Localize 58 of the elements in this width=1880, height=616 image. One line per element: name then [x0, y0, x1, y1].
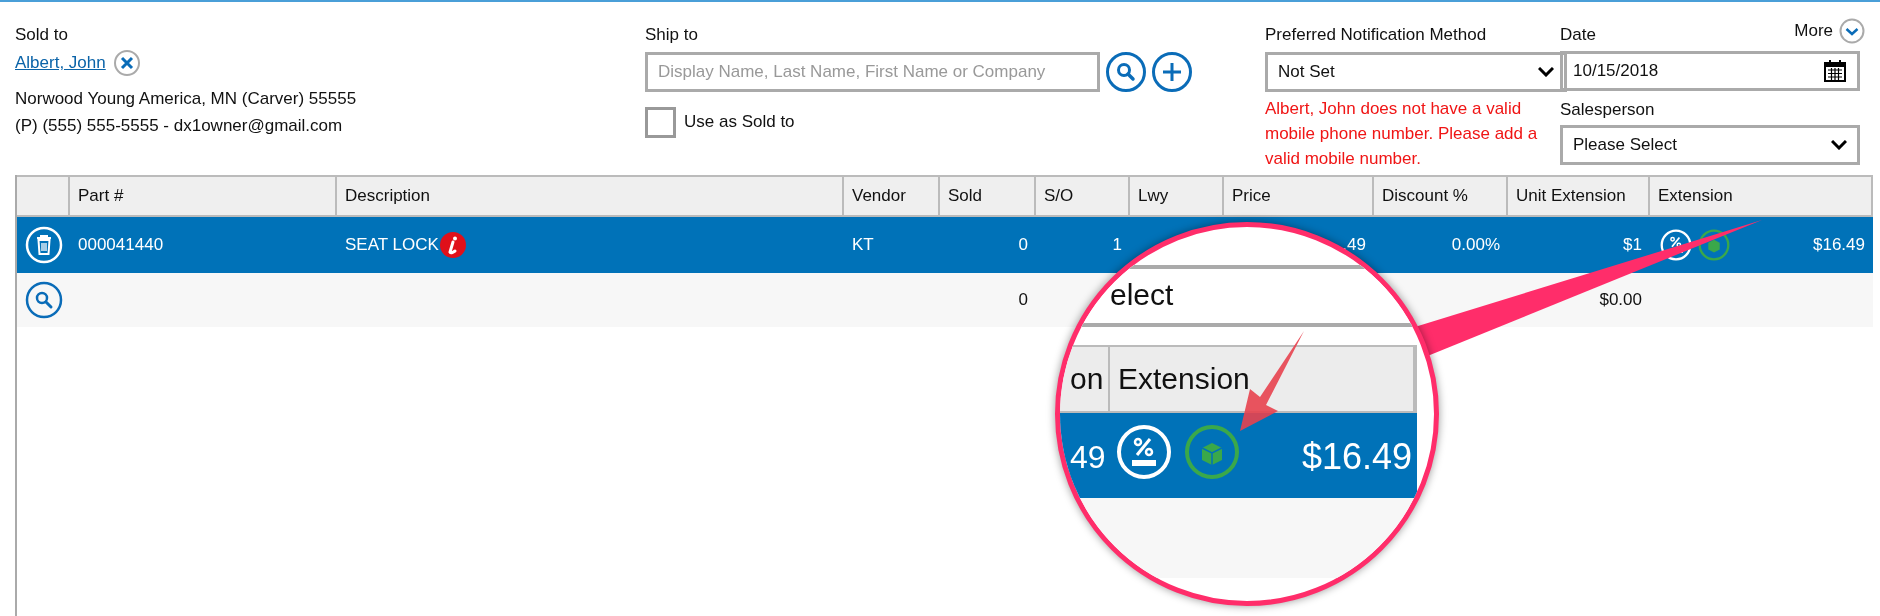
- search-icon: [1116, 61, 1136, 82]
- chevron-down-icon[interactable]: [1839, 18, 1865, 44]
- table-cell-text: 0.00%: [1451, 234, 1500, 257]
- extension-amount: $16.49: [1301, 435, 1412, 479]
- notification-label: Preferred Notification Method: [1265, 24, 1488, 46]
- column-header[interactable]: Discount %: [1374, 177, 1508, 215]
- column-header[interactable]: Description: [337, 177, 844, 215]
- column-header[interactable]: Unit Extension: [1508, 177, 1650, 215]
- date-label: Date: [1560, 25, 1596, 44]
- column-header[interactable]: Extension: [1650, 177, 1873, 215]
- box-icon: [1184, 424, 1240, 480]
- ship-to-field[interactable]: Display Name, Last Name, First Name or Company: [645, 51, 1100, 92]
- calendar-icon: [1823, 59, 1847, 83]
- table-cell-text: SEAT LOCK: [345, 234, 439, 257]
- clear-button[interactable]: [113, 49, 140, 76]
- salesperson-label: Salesperson: [1560, 99, 1656, 121]
- column-header[interactable]: Vendor: [844, 177, 940, 215]
- table-cell-text: 0: [1018, 234, 1028, 257]
- search-button[interactable]: [1106, 51, 1146, 92]
- table-cell-text: .49: [1342, 234, 1366, 257]
- table-cell-text: $0.00: [1599, 289, 1642, 312]
- error-message: Albert, John does not have a valid mobile phone number. Please add a valid mobile number.: [1265, 97, 1539, 170]
- salesperson-dropdown[interactable]: Please Select: [1560, 124, 1860, 165]
- column-header[interactable]: Price: [1224, 177, 1374, 215]
- date-field[interactable]: 10/15/2018: [1560, 51, 1860, 91]
- ship-to-label: Ship to: [645, 24, 699, 46]
- table-cell-text: 000041440: [78, 234, 164, 257]
- address-text: Norwood Young America, MN (Carver) 55555: [15, 87, 358, 110]
- table-cell-text: $16.49: [1813, 234, 1865, 257]
- table-row[interactable]: 000041440 SEAT LOCK KT 0 1 .49 0.00% $1 $16.49: [17, 217, 1873, 273]
- delete-icon[interactable]: [24, 226, 63, 264]
- column-header[interactable]: Lwy: [1130, 177, 1224, 215]
- add-button[interactable]: [1152, 51, 1192, 92]
- column-header[interactable]: S/O: [1036, 177, 1130, 215]
- info-icon[interactable]: [438, 231, 467, 259]
- plus-icon: [1161, 60, 1183, 83]
- column-header[interactable]: Sold: [940, 177, 1036, 215]
- contact-text: (P) (555) 555-5555 - dx1owner@gmail.com: [15, 115, 344, 137]
- table-cell-text: KT: [852, 234, 874, 257]
- price-text: 49: [1070, 438, 1106, 477]
- sold-to-label: Sold to: [15, 24, 69, 46]
- checkbox-label: Use as Sold to: [684, 111, 795, 134]
- notification-dropdown[interactable]: Not Set: [1265, 51, 1567, 92]
- column-header: on: [1070, 361, 1104, 397]
- table-cell-text: $1: [1623, 234, 1642, 257]
- checkbox[interactable]: [645, 106, 676, 138]
- column-header: Extension: [1118, 361, 1250, 397]
- close-icon: [119, 55, 134, 70]
- tax-icon: [1116, 424, 1172, 480]
- search-icon[interactable]: [24, 281, 63, 319]
- chevron-icon: [1831, 139, 1847, 150]
- column-header[interactable]: Part #: [70, 177, 337, 215]
- chevron-icon: [1538, 66, 1554, 77]
- customer-link[interactable]: Albert, John: [15, 49, 106, 76]
- more-link[interactable]: More: [1794, 18, 1833, 44]
- dropdown-text: elect: [1110, 277, 1174, 313]
- table-cell-text: 0: [1018, 289, 1028, 312]
- table-cell-text: 1: [1112, 234, 1122, 257]
